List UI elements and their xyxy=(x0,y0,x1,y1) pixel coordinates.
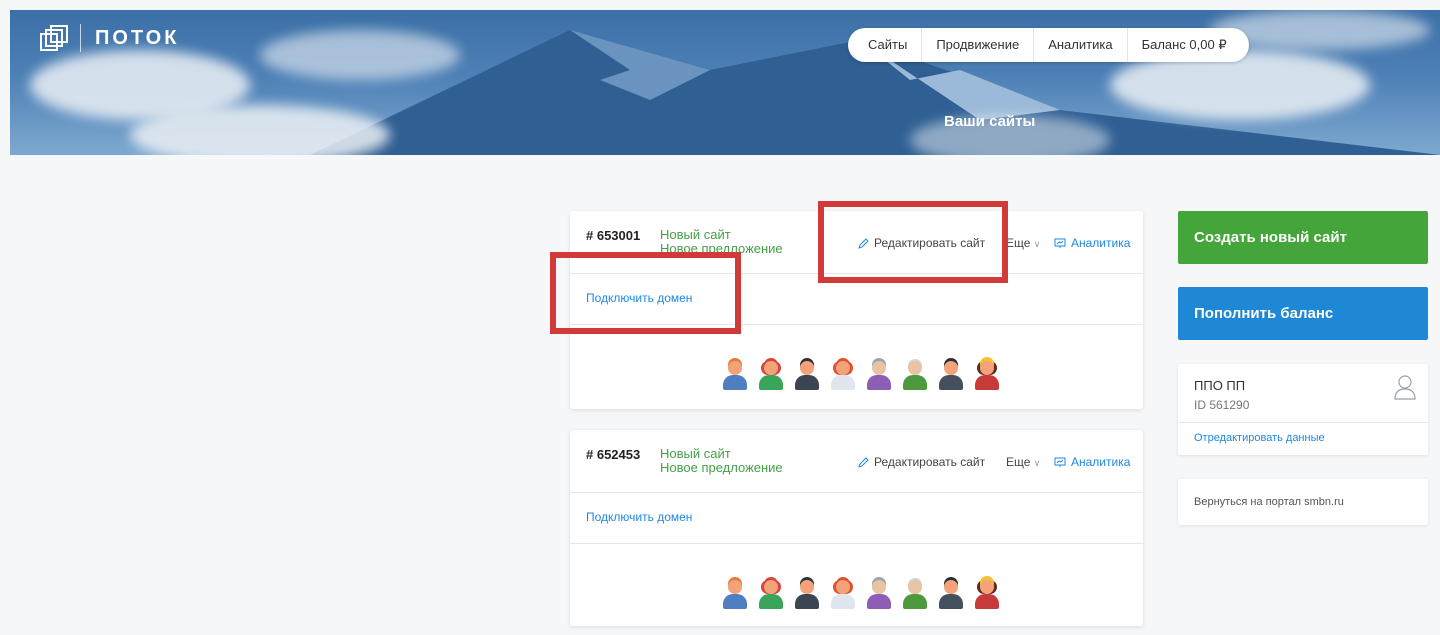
create-site-button[interactable]: Создать новый сайт xyxy=(1178,211,1428,264)
avatar-icon xyxy=(794,359,820,391)
chevron-down-icon: ∨ xyxy=(1033,458,1041,468)
avatar-icon xyxy=(722,359,748,391)
avatar-icon xyxy=(866,359,892,391)
avatar-icon xyxy=(722,578,748,610)
avatar-icon xyxy=(758,359,784,391)
site-name[interactable]: Новый сайт Новое предложение xyxy=(660,447,783,475)
analytics-label: Аналитика xyxy=(1071,455,1131,469)
analytics-icon xyxy=(1054,238,1066,248)
avatar-icon xyxy=(830,578,856,610)
logo[interactable]: ПОТОК xyxy=(40,24,179,52)
pencil-icon xyxy=(858,456,869,468)
nav-balance[interactable]: Баланс 0,00 ₽ xyxy=(1126,28,1249,62)
more-dropdown[interactable]: Еще ∨ xyxy=(1006,455,1040,469)
avatar-icon xyxy=(938,359,964,391)
highlight-box-domain xyxy=(550,252,741,334)
page-title: Ваши сайты xyxy=(944,113,1036,130)
top-nav: Сайты Продвижение Аналитика Баланс 0,00 … xyxy=(848,28,1249,62)
connect-domain-link[interactable]: Подключить домен xyxy=(586,510,692,524)
nav-analytics[interactable]: Аналитика xyxy=(1033,28,1126,62)
avatar-icon xyxy=(794,578,820,610)
logo-text: ПОТОК xyxy=(95,26,180,49)
more-dropdown[interactable]: Еще ∨ xyxy=(1006,236,1040,250)
edit-site-button[interactable]: Редактировать сайт xyxy=(858,455,985,469)
nav-promotion[interactable]: Продвижение xyxy=(921,28,1033,62)
avatar-icon xyxy=(902,578,928,610)
user-icon xyxy=(1394,375,1416,400)
edit-site-label: Редактировать сайт xyxy=(874,455,986,469)
nav-sites[interactable]: Сайты xyxy=(848,28,921,62)
analytics-icon xyxy=(1054,457,1066,467)
more-label: Еще xyxy=(1006,455,1031,469)
site-card: # 652453 Новый сайт Новое предложение Ре… xyxy=(570,430,1143,626)
analytics-label: Аналитика xyxy=(1071,236,1131,250)
profile-name: ППО ПП xyxy=(1194,378,1246,393)
highlight-box-edit xyxy=(818,201,1008,283)
return-portal-card[interactable]: Вернуться на портал smbn.ru xyxy=(1178,479,1428,525)
avatar-row xyxy=(722,578,1000,610)
profile-card: ППО ПП ID 561290 Отредактировать данные xyxy=(1178,364,1428,455)
avatar-icon xyxy=(938,578,964,610)
avatar-icon xyxy=(974,578,1000,610)
edit-profile-link[interactable]: Отредактировать данные xyxy=(1194,432,1325,444)
avatar-icon xyxy=(902,359,928,391)
avatar-icon xyxy=(830,359,856,391)
avatar-icon xyxy=(974,359,1000,391)
logo-icon xyxy=(40,25,68,51)
site-name-line2: Новое предложение xyxy=(660,460,783,475)
avatar-icon xyxy=(866,578,892,610)
avatar-icon xyxy=(758,578,784,610)
site-name-line1: Новый сайт xyxy=(660,227,731,242)
profile-id: ID 561290 xyxy=(1194,398,1250,412)
chevron-down-icon: ∨ xyxy=(1033,239,1041,249)
site-id: # 652453 xyxy=(586,447,641,462)
return-portal-link[interactable]: Вернуться на портал smbn.ru xyxy=(1194,496,1344,508)
site-id: # 653001 xyxy=(586,228,641,243)
top-up-balance-button[interactable]: Пополнить баланс xyxy=(1178,287,1428,340)
avatar-row xyxy=(722,359,1000,391)
site-name-line1: Новый сайт xyxy=(660,446,731,461)
analytics-link[interactable]: Аналитика xyxy=(1054,455,1130,469)
analytics-link[interactable]: Аналитика xyxy=(1054,236,1130,250)
header-banner: ПОТОК Сайты Продвижение Аналитика Баланс… xyxy=(10,10,1440,155)
more-label: Еще xyxy=(1006,236,1031,250)
